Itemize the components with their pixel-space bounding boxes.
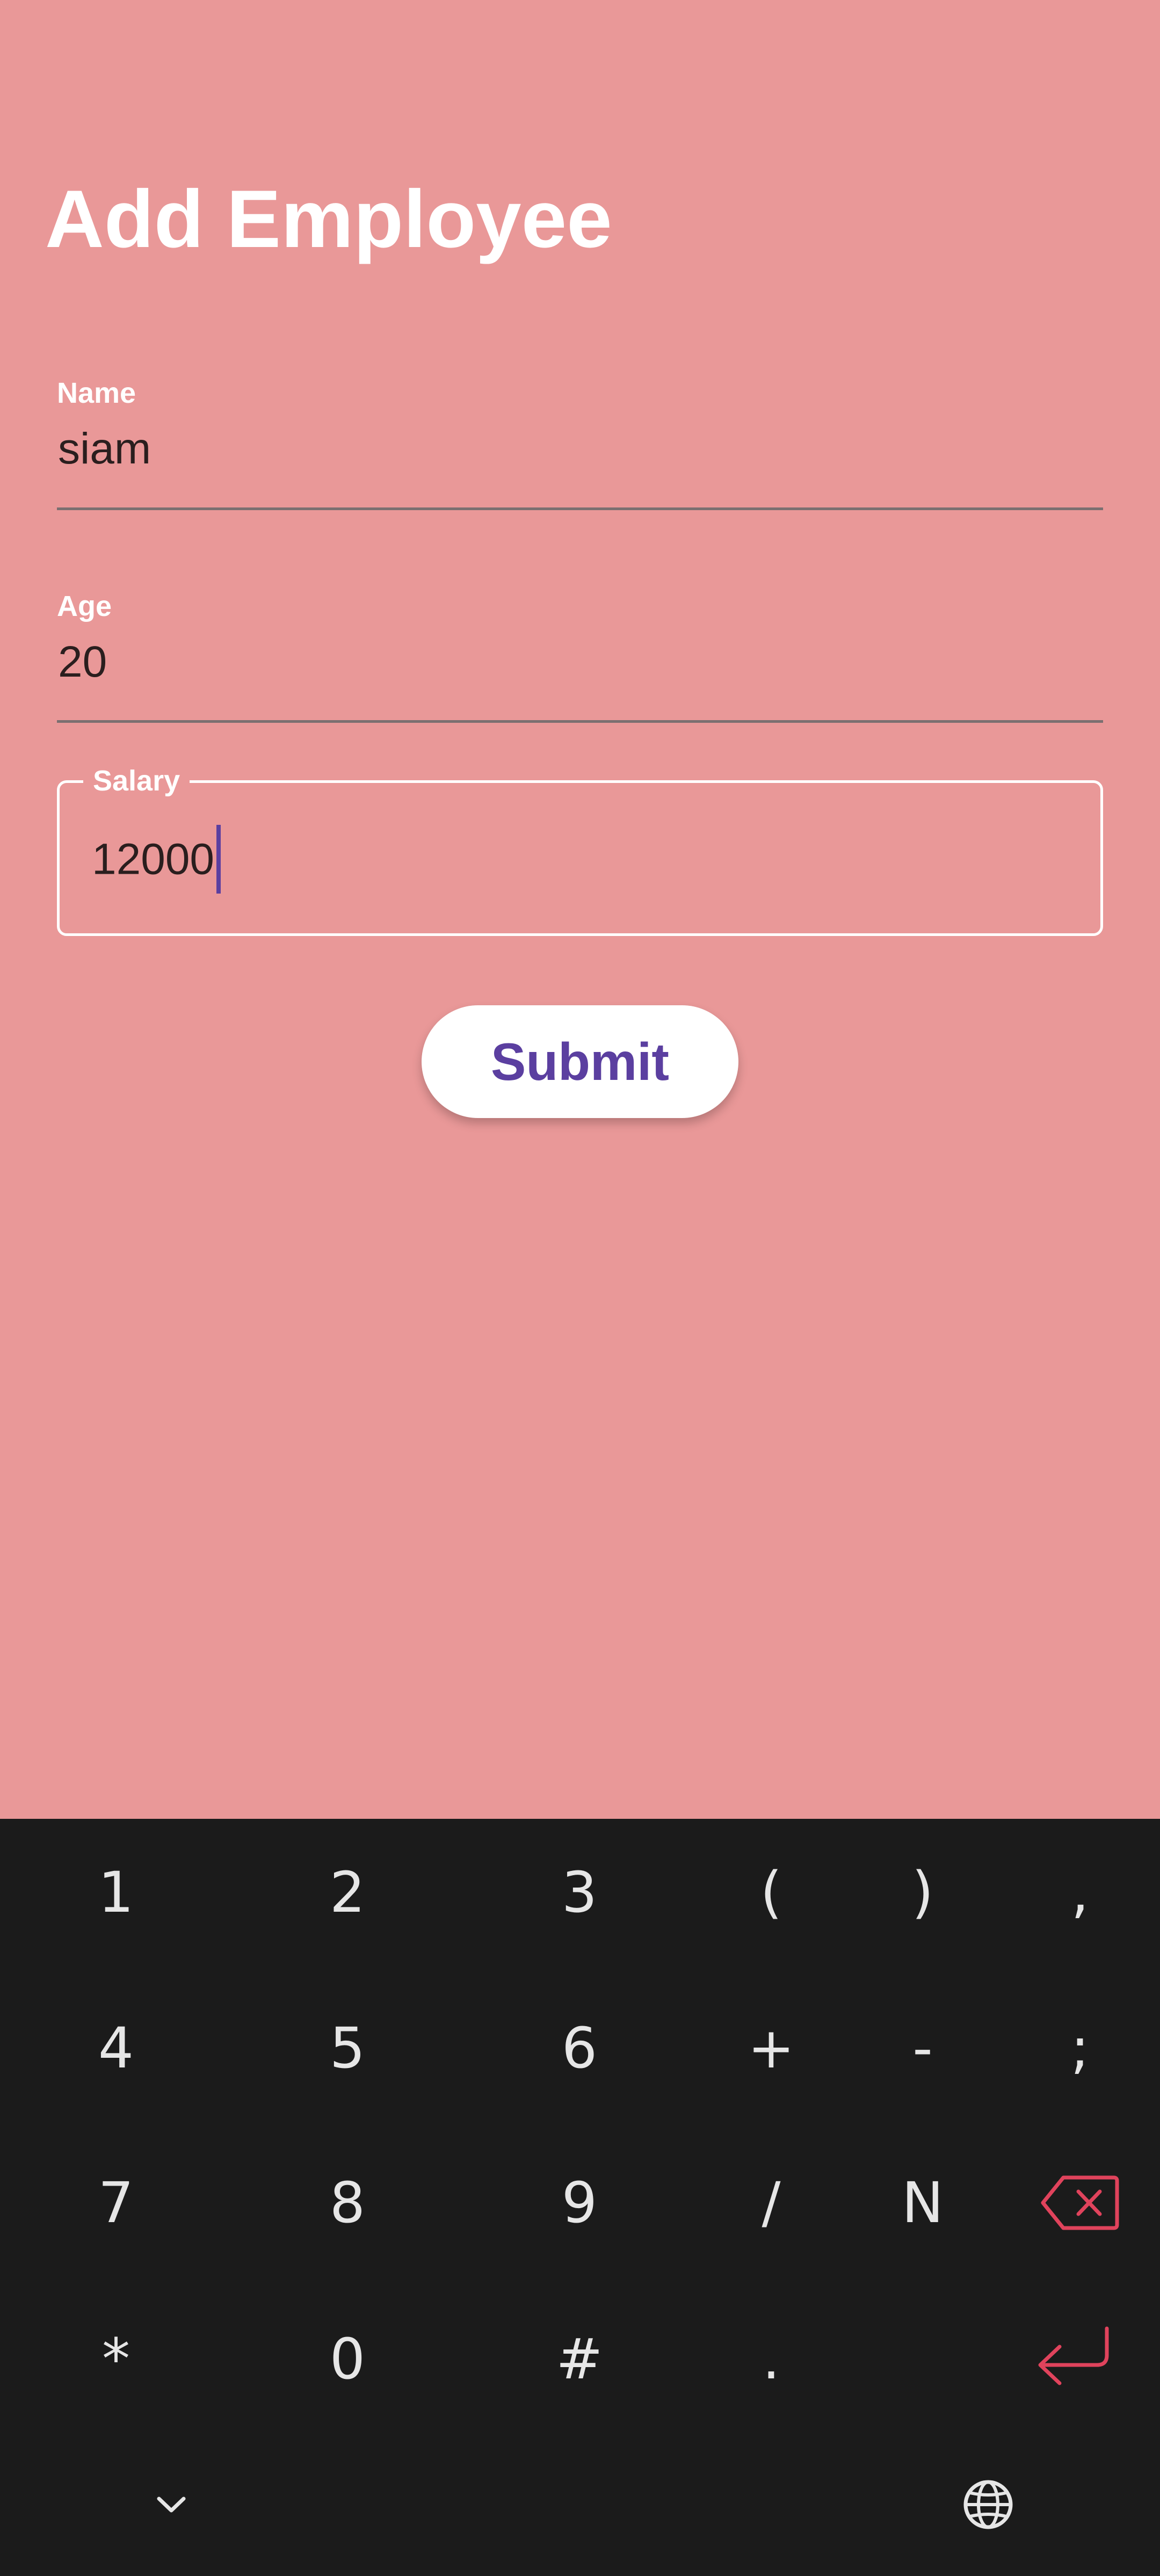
key-0[interactable]: 0	[283, 2295, 412, 2423]
key-plus-label: +	[748, 2015, 795, 2081]
key-period-label: .	[762, 2326, 780, 2392]
key-hash-label: #	[556, 2326, 603, 2392]
key-1[interactable]: 1	[52, 1828, 180, 1957]
key-5[interactable]: 5	[283, 1984, 412, 2113]
key-n[interactable]: N	[858, 2138, 987, 2267]
key-open-paren[interactable]: (	[707, 1828, 836, 1957]
key-5-label: 5	[329, 2015, 366, 2081]
key-plus[interactable]: +	[707, 1984, 836, 2113]
age-field-label: Age	[57, 590, 112, 622]
key-close-paren[interactable]: )	[858, 1828, 987, 1957]
salary-field-label: Salary	[83, 759, 190, 802]
chevron-down-icon	[157, 2497, 186, 2513]
name-field[interactable]: Name siam	[57, 376, 1103, 516]
enter-icon	[1038, 2326, 1109, 2385]
key-comma[interactable]: ,	[1016, 1828, 1144, 1957]
key-4-label: 4	[98, 2015, 134, 2081]
enter-key[interactable]	[1009, 2295, 1137, 2423]
key-open-paren-label: (	[760, 1860, 782, 1925]
key-7[interactable]: 7	[52, 2138, 180, 2267]
key-1-label: 1	[98, 1860, 134, 1925]
language-button[interactable]	[924, 2440, 1053, 2569]
name-field-underline	[57, 507, 1103, 510]
key-asterisk[interactable]: *	[52, 2295, 180, 2423]
salary-field-value[interactable]: 12000	[92, 825, 221, 897]
age-field[interactable]: Age 20	[57, 589, 1103, 729]
submit-button[interactable]: Submit	[422, 1005, 738, 1118]
key-slash[interactable]: /	[707, 2138, 836, 2267]
key-semicolon-label: ;	[1070, 2015, 1090, 2081]
age-field-underline	[57, 720, 1103, 723]
key-slash-label: /	[762, 2170, 781, 2236]
key-3[interactable]: 3	[515, 1828, 644, 1957]
key-8[interactable]: 8	[283, 2138, 412, 2267]
page-title: Add Employee	[45, 173, 612, 265]
name-field-label: Name	[57, 377, 136, 409]
backspace-key[interactable]	[1016, 2138, 1144, 2267]
key-period[interactable]: .	[707, 2295, 836, 2423]
key-minus-label: -	[912, 2015, 933, 2081]
name-field-value[interactable]: siam	[58, 422, 151, 476]
key-6-label: 6	[561, 2015, 598, 2081]
key-2[interactable]: 2	[283, 1828, 412, 1957]
key-9[interactable]: 9	[515, 2138, 644, 2267]
key-7-label: 7	[98, 2170, 134, 2236]
key-4[interactable]: 4	[52, 1984, 180, 2113]
key-6[interactable]: 6	[515, 1984, 644, 2113]
hide-keyboard-button[interactable]	[107, 2440, 236, 2569]
age-field-value[interactable]: 20	[58, 635, 107, 689]
key-asterisk-label: *	[102, 2326, 130, 2392]
text-cursor	[216, 825, 221, 894]
globe-icon	[963, 2480, 1013, 2529]
key-close-paren-label: )	[911, 1860, 934, 1925]
key-comma-label: ,	[1071, 1860, 1089, 1925]
key-minus[interactable]: -	[858, 1984, 987, 2113]
key-semicolon[interactable]: ;	[1016, 1984, 1144, 2113]
app-screen: Add Employee Name siam Age 20 Salary 120…	[0, 0, 1160, 1819]
salary-field[interactable]: Salary 12000	[57, 759, 1103, 936]
key-n-label: N	[902, 2170, 944, 2236]
key-3-label: 3	[561, 1860, 598, 1925]
key-8-label: 8	[329, 2170, 366, 2236]
numeric-keyboard: 1 2 3 ( ) , 4 5 6 + - ; 7 8 9 / N * 0 # …	[0, 1819, 1160, 2576]
key-hash[interactable]: #	[515, 2295, 644, 2423]
key-2-label: 2	[329, 1860, 366, 1925]
salary-field-text: 12000	[92, 835, 215, 884]
key-0-label: 0	[329, 2326, 366, 2392]
backspace-icon	[1041, 2175, 1119, 2230]
key-9-label: 9	[561, 2170, 598, 2236]
